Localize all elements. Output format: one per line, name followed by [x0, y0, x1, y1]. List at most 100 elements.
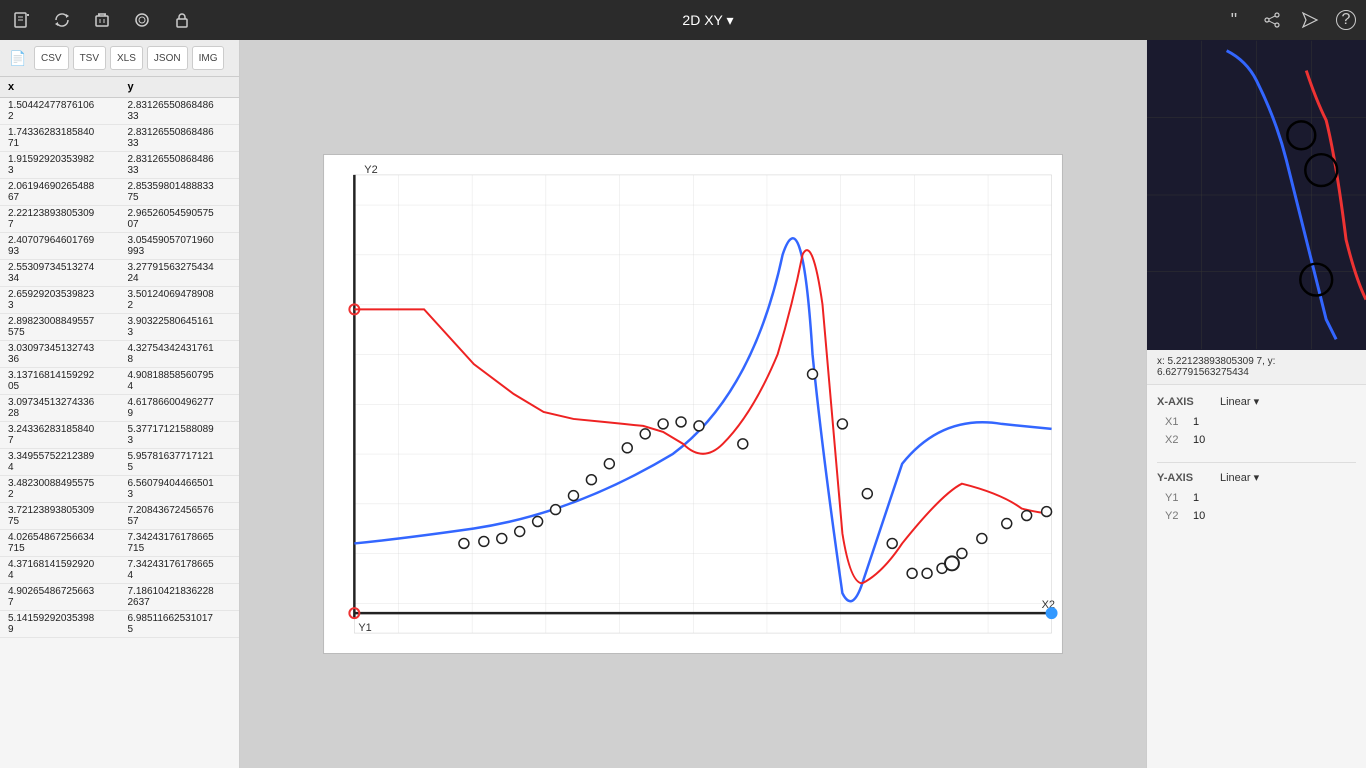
- coord-text: x: 5.22123893805309 7, y: 6.627791563275…: [1157, 356, 1275, 378]
- table-cell: 3.48230088495575 2: [0, 476, 120, 503]
- table-cell: 3.50124069478908 2: [120, 287, 240, 314]
- table-cell: 7.18610421836228 2637: [120, 584, 240, 611]
- chart-container[interactable]: Y2 X2 Y1: [323, 154, 1063, 654]
- table-row: 3.03097345132743 364.32754342431761 8: [0, 341, 239, 368]
- table-row: 4.90265486725663 77.18610421836228 2637: [0, 584, 239, 611]
- new-icon[interactable]: [10, 8, 34, 32]
- table-cell: 5.37717121588089 3: [120, 422, 240, 449]
- table-cell: 4.61786600496277 9: [120, 395, 240, 422]
- data-table-container[interactable]: x y 1.50442477876106 22.83126550868486 3…: [0, 77, 239, 768]
- preview-svg: [1147, 40, 1366, 350]
- y-axis-label: Y-AXIS: [1157, 472, 1212, 484]
- export-xls[interactable]: XLS: [110, 46, 143, 70]
- table-row: 4.02654867256634 7157.34243176178665 715: [0, 530, 239, 557]
- center-panel[interactable]: Y2 X2 Y1: [240, 40, 1146, 768]
- left-panel: 📄 CSV TSV XLS JSON IMG x y 1.50442477876…: [0, 40, 240, 768]
- table-row: 1.74336283185840 712.83126550868486 33: [0, 125, 239, 152]
- export-img[interactable]: IMG: [192, 46, 225, 70]
- x1-label: X1: [1165, 416, 1185, 428]
- x1-row: X1 1: [1157, 416, 1356, 428]
- data-table: x y 1.50442477876106 22.83126550868486 3…: [0, 77, 239, 638]
- table-cell: 2.83126550868486 33: [120, 152, 240, 179]
- x2-value: 10: [1193, 434, 1205, 446]
- table-cell: 4.32754342431761 8: [120, 341, 240, 368]
- table-cell: 4.02654867256634 715: [0, 530, 120, 557]
- table-cell: 4.90818858560795 4: [120, 368, 240, 395]
- y1-label: Y1: [1165, 492, 1185, 504]
- quote-icon[interactable]: ": [1222, 8, 1246, 32]
- table-row: 1.91592920353982 32.83126550868486 33: [0, 152, 239, 179]
- main-content: 📄 CSV TSV XLS JSON IMG x y 1.50442477876…: [0, 40, 1366, 768]
- x2-row: X2 10: [1157, 434, 1356, 446]
- export-json[interactable]: JSON: [147, 46, 188, 70]
- loop-icon[interactable]: [130, 8, 154, 32]
- table-cell: 6.98511662531017 5: [120, 611, 240, 638]
- x2-label: X2: [1165, 434, 1185, 446]
- table-cell: 7.34243176178665 4: [120, 557, 240, 584]
- table-row: 3.13716814159292 054.90818858560795 4: [0, 368, 239, 395]
- table-cell: 2.65929203539823 3: [0, 287, 120, 314]
- view-selector[interactable]: 2D XY ▾: [682, 12, 733, 29]
- axis-divider: [1157, 462, 1356, 463]
- table-cell: 3.90322580645161 3: [120, 314, 240, 341]
- table-cell: 3.24336283185840 7: [0, 422, 120, 449]
- y2-value: 10: [1193, 510, 1205, 522]
- table-cell: 4.37168141592920 4: [0, 557, 120, 584]
- delete-icon[interactable]: [90, 8, 114, 32]
- table-cell: 5.14159292035398 9: [0, 611, 120, 638]
- right-panel: x: 5.22123893805309 7, y: 6.627791563275…: [1146, 40, 1366, 768]
- x1-value: 1: [1193, 416, 1199, 428]
- x-axis-label: X-AXIS: [1157, 396, 1212, 408]
- page-icon: 📄: [6, 46, 30, 70]
- table-cell: 7.34243176178665 715: [120, 530, 240, 557]
- table-cell: 3.03097345132743 36: [0, 341, 120, 368]
- coord-display: x: 5.22123893805309 7, y: 6.627791563275…: [1147, 350, 1366, 385]
- y1-label: Y1: [358, 622, 371, 634]
- table-cell: 2.22123893805309 7: [0, 206, 120, 233]
- export-tsv[interactable]: TSV: [73, 46, 106, 70]
- send-icon[interactable]: [1298, 8, 1322, 32]
- table-cell: 3.27791563275434 24: [120, 260, 240, 287]
- y2-row: Y2 10: [1157, 510, 1356, 522]
- x-axis-chevron-icon: ▾: [1254, 395, 1260, 408]
- y1-row: Y1 1: [1157, 492, 1356, 504]
- table-row: 4.37168141592920 47.34243176178665 4: [0, 557, 239, 584]
- table-cell: 2.83126550868486 33: [120, 125, 240, 152]
- toolbar: 2D XY ▾ " ?: [0, 0, 1366, 40]
- toolbar-center: 2D XY ▾: [210, 12, 1206, 29]
- table-cell: 3.72123893805309 75: [0, 503, 120, 530]
- table-row: 3.48230088495575 26.56079404466501 3: [0, 476, 239, 503]
- table-cell: 6.56079404466501 3: [120, 476, 240, 503]
- refresh-icon[interactable]: [50, 8, 74, 32]
- table-cell: 1.91592920353982 3: [0, 152, 120, 179]
- lock-icon[interactable]: [170, 8, 194, 32]
- preview-area: [1147, 40, 1366, 350]
- y-axis-header: Y-AXIS Linear ▾: [1157, 471, 1356, 484]
- table-row: 2.40707964601769 933.05459057071960 993: [0, 233, 239, 260]
- share-icon[interactable]: [1260, 8, 1284, 32]
- table-cell: 3.34955752212389 4: [0, 449, 120, 476]
- y-axis-type[interactable]: Linear ▾: [1220, 471, 1259, 484]
- table-cell: 1.74336283185840 71: [0, 125, 120, 152]
- x-axis-type[interactable]: Linear ▾: [1220, 395, 1259, 408]
- table-cell: 2.06194690265488 67: [0, 179, 120, 206]
- toolbar-right: " ?: [1222, 8, 1356, 32]
- export-csv[interactable]: CSV: [34, 46, 69, 70]
- table-cell: 1.50442477876106 2: [0, 98, 120, 125]
- y-axis-chevron-icon: ▾: [1254, 471, 1260, 484]
- table-cell: 3.13716814159292 05: [0, 368, 120, 395]
- col-y: y: [120, 77, 240, 98]
- table-row: 2.22123893805309 72.96526054590575 07: [0, 206, 239, 233]
- table-row: 2.06194690265488 672.85359801488833 75: [0, 179, 239, 206]
- table-cell: 7.20843672456576 57: [120, 503, 240, 530]
- table-row: 5.14159292035398 96.98511662531017 5: [0, 611, 239, 638]
- y1-value: 1: [1193, 492, 1199, 504]
- table-row: 2.65929203539823 33.50124069478908 2: [0, 287, 239, 314]
- table-row: 3.09734513274336 284.61786600496277 9: [0, 395, 239, 422]
- table-cell: 2.96526054590575 07: [120, 206, 240, 233]
- axis-controls: X-AXIS Linear ▾ X1 1 X2 10: [1147, 385, 1366, 768]
- table-cell: 5.95781637717121 5: [120, 449, 240, 476]
- help-icon[interactable]: ?: [1336, 10, 1356, 30]
- table-row: 3.72123893805309 757.20843672456576 57: [0, 503, 239, 530]
- y2-axis-label: Y2: [1165, 510, 1185, 522]
